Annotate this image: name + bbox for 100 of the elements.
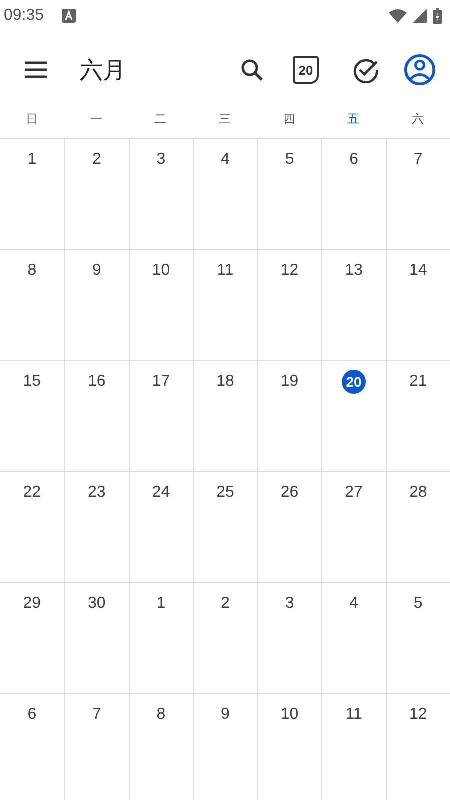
day-number: 9 <box>91 261 102 281</box>
day-number: 13 <box>344 261 364 281</box>
day-number: 3 <box>284 594 296 614</box>
weekday-label: 三 <box>218 110 232 128</box>
notification-icon <box>62 9 76 23</box>
day-cell[interactable]: 1 <box>128 583 193 694</box>
weekday-label: 一 <box>89 110 104 128</box>
day-cell[interactable]: 20 <box>321 361 386 472</box>
day-cell[interactable]: 3 <box>257 583 322 694</box>
day-cell[interactable]: 19 <box>257 361 322 472</box>
weekday-label: 四 <box>282 110 296 128</box>
day-number: 8 <box>26 261 38 281</box>
day-cell[interactable]: 2 <box>64 139 129 250</box>
day-cell[interactable]: 14 <box>386 250 450 361</box>
day-number: 8 <box>156 705 167 725</box>
day-cell[interactable]: 16 <box>64 361 129 472</box>
weekday-label: 五 <box>346 110 361 128</box>
day-number: 7 <box>91 705 102 725</box>
day-cell[interactable]: 25 <box>192 472 258 583</box>
day-number: 15 <box>22 372 42 392</box>
day-number: 26 <box>280 483 300 503</box>
day-number: 4 <box>348 594 360 614</box>
menu-icon <box>24 61 48 79</box>
day-number: 7 <box>412 150 424 170</box>
search-icon <box>240 58 264 82</box>
status-time: 09:35 <box>4 7 44 25</box>
day-cell[interactable]: 13 <box>321 250 386 361</box>
day-cell[interactable]: 30 <box>64 583 129 694</box>
day-number: 2 <box>220 594 231 614</box>
day-cell[interactable]: 21 <box>386 361 450 472</box>
day-number: 29 <box>22 594 42 614</box>
day-cell[interactable]: 5 <box>386 583 450 694</box>
day-number: 23 <box>87 483 107 503</box>
day-number: 1 <box>26 150 38 170</box>
day-number: 25 <box>216 483 236 503</box>
day-number: 6 <box>348 150 360 170</box>
day-number: 1 <box>156 594 167 614</box>
day-cell[interactable]: 26 <box>257 472 322 583</box>
day-number: 6 <box>26 705 38 725</box>
day-number: 24 <box>151 483 172 503</box>
day-cell[interactable]: 29 <box>0 583 64 694</box>
day-cell[interactable]: 11 <box>192 250 258 361</box>
day-number: 9 <box>220 705 231 725</box>
month-title[interactable]: 六月 <box>80 54 126 86</box>
account-icon <box>404 53 436 87</box>
day-number: 3 <box>156 150 167 170</box>
day-cell[interactable]: 22 <box>0 472 64 583</box>
day-cell[interactable]: 8 <box>128 694 193 800</box>
day-cell[interactable]: 12 <box>386 694 450 800</box>
day-number: 14 <box>408 261 428 281</box>
day-cell[interactable]: 28 <box>386 472 450 583</box>
day-number: 12 <box>408 705 428 725</box>
day-cell[interactable]: 1 <box>0 139 64 250</box>
day-cell[interactable]: 23 <box>64 472 129 583</box>
day-cell[interactable]: 8 <box>0 250 64 361</box>
day-cell[interactable]: 24 <box>128 472 193 583</box>
day-number: 30 <box>87 594 107 614</box>
day-number: 10 <box>151 261 172 281</box>
day-cell[interactable]: 27 <box>321 472 386 583</box>
signal-icon <box>413 9 427 23</box>
day-number: 2 <box>91 150 102 170</box>
battery-icon <box>433 8 442 24</box>
day-cell[interactable]: 11 <box>321 694 386 800</box>
day-cell[interactable]: 2 <box>192 583 258 694</box>
day-number: 10 <box>280 705 300 725</box>
day-cell[interactable]: 17 <box>128 361 193 472</box>
day-cell[interactable]: 9 <box>192 694 258 800</box>
day-number: 21 <box>408 372 428 392</box>
day-cell[interactable]: 10 <box>128 250 193 361</box>
today-button[interactable]: 20 <box>293 56 319 84</box>
day-cell[interactable]: 10 <box>257 694 322 800</box>
day-cell[interactable]: 6 <box>0 694 64 800</box>
day-number: 17 <box>151 372 172 392</box>
day-number: 11 <box>216 261 235 281</box>
day-cell[interactable]: 18 <box>192 361 258 472</box>
day-cell[interactable]: 7 <box>386 139 450 250</box>
day-cell[interactable]: 9 <box>64 250 129 361</box>
day-cell[interactable]: 4 <box>321 583 386 694</box>
weekday-label: 二 <box>154 110 168 128</box>
day-cell[interactable]: 7 <box>64 694 129 800</box>
day-cell[interactable]: 12 <box>257 250 322 361</box>
day-cell[interactable]: 4 <box>192 139 258 250</box>
weekday-label: 日 <box>25 110 40 128</box>
day-cell[interactable]: 5 <box>257 139 322 250</box>
check-circle-icon <box>353 57 379 83</box>
day-number: 11 <box>344 705 364 725</box>
wifi-icon <box>389 9 407 23</box>
day-number: 28 <box>408 483 428 503</box>
day-cell[interactable]: 6 <box>321 139 386 250</box>
day-number: 18 <box>216 372 236 392</box>
day-number: 27 <box>344 483 364 503</box>
day-cell[interactable]: 15 <box>0 361 64 472</box>
today-date: 20 <box>342 370 366 394</box>
day-number: 19 <box>280 372 300 392</box>
weekday-label: 六 <box>410 110 425 128</box>
day-number: 12 <box>280 261 300 281</box>
day-number: 22 <box>22 483 42 503</box>
day-number: 4 <box>220 150 231 170</box>
day-number: 16 <box>87 372 107 392</box>
day-cell[interactable]: 3 <box>128 139 193 250</box>
